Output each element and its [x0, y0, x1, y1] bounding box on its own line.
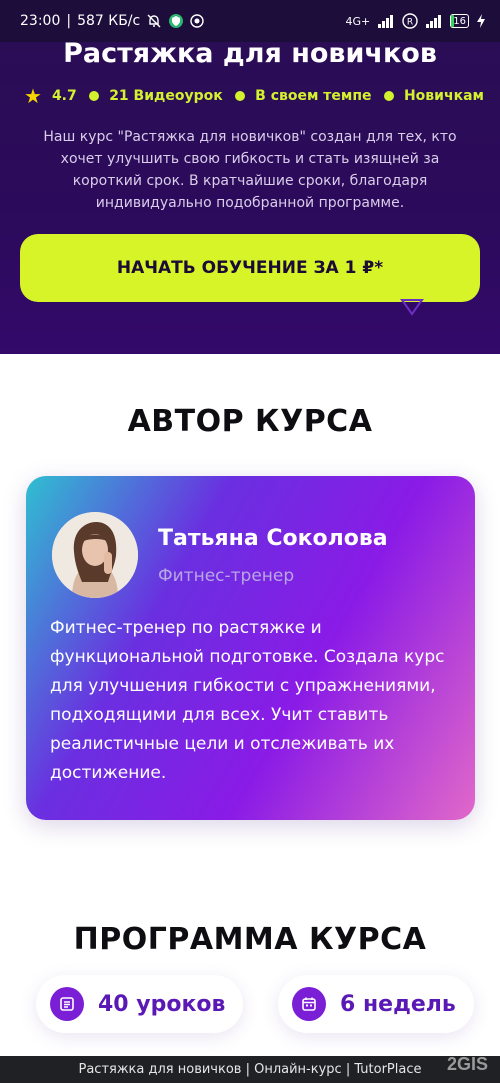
- signal-icon: [377, 14, 395, 28]
- bell-muted-icon: [146, 13, 162, 29]
- lessons-pill: 40 уроков: [36, 975, 244, 1033]
- meta-rating: ★ 4.7: [24, 86, 77, 106]
- course-title: Растяжка для новичков: [63, 42, 437, 69]
- weeks-total: 6 недель: [340, 991, 456, 1017]
- lessons-total: 40 уроков: [98, 991, 226, 1017]
- star-icon: ★: [24, 84, 42, 108]
- author-section-title: АВТОР КУРСА: [127, 404, 373, 439]
- course-meta: ★ 4.7 21 Видеоурок В своем темпе Новичка…: [24, 86, 484, 106]
- author-bio: Фитнес-тренер по растяжке и функциональн…: [50, 618, 445, 783]
- signal-icon-2: [425, 14, 443, 28]
- meta-pace: В своем темпе: [235, 88, 372, 104]
- shield-icon: [168, 13, 184, 29]
- author-avatar: [52, 512, 138, 598]
- battery-icon: 16: [450, 14, 469, 28]
- 2gis-badge: 2GIS: [446, 1054, 488, 1074]
- status-time: 23:00: [20, 13, 61, 29]
- bullet-dot-icon: [235, 91, 246, 101]
- author-role: Фитнес-тренер: [158, 566, 295, 586]
- page-title-bar: Растяжка для новичков | Онлайн-курс | Tu…: [0, 1056, 500, 1083]
- status-separator: |: [66, 13, 72, 29]
- bullet-dot-icon: [89, 91, 100, 101]
- hero-section: Растяжка для новичков ★ 4.7 21 Видеоурок…: [0, 42, 500, 354]
- status-left: 23:00 | 587 КБ/с: [20, 13, 204, 29]
- status-bar: 23:00 | 587 КБ/с 4G+ R 16: [0, 0, 500, 42]
- meta-level: Новичкам: [383, 88, 484, 104]
- network-type: 4G+: [345, 14, 371, 28]
- program-section-title: ПРОГРАММА КУРСА: [73, 922, 427, 957]
- lessons-count: 21 Видеоурок: [109, 88, 223, 104]
- rating-value: 4.7: [51, 88, 77, 104]
- battery-level: 16: [453, 15, 466, 27]
- registered-icon: R: [402, 13, 418, 29]
- start-learning-button[interactable]: НАЧАТЬ ОБУЧЕНИЕ ЗА 1 ₽*: [20, 234, 480, 302]
- lightning-icon: [476, 14, 486, 28]
- meta-lessons: 21 Видеоурок: [89, 88, 223, 104]
- status-right: 4G+ R 16: [346, 13, 486, 29]
- author-name: Татьяна Соколова: [158, 526, 388, 551]
- decorative-triangle-icon: [400, 299, 424, 316]
- list-icon: [50, 987, 84, 1021]
- bullet-dot-icon: [383, 91, 394, 101]
- calendar-icon: [292, 987, 326, 1021]
- app-icon: [190, 14, 204, 28]
- pace-label: В своем темпе: [255, 88, 372, 104]
- level-label: Новичкам: [403, 88, 484, 104]
- author-card: Татьяна Соколова Фитнес-тренер Фитнес-тр…: [26, 476, 475, 820]
- weeks-pill: 6 недель: [278, 975, 474, 1033]
- page-title: Растяжка для новичков | Онлайн-курс | Tu…: [78, 1062, 422, 1077]
- status-speed: 587 КБ/с: [77, 13, 141, 29]
- svg-text:R: R: [407, 18, 413, 28]
- course-description: Наш курс "Растяжка для новичков" создан …: [43, 129, 457, 211]
